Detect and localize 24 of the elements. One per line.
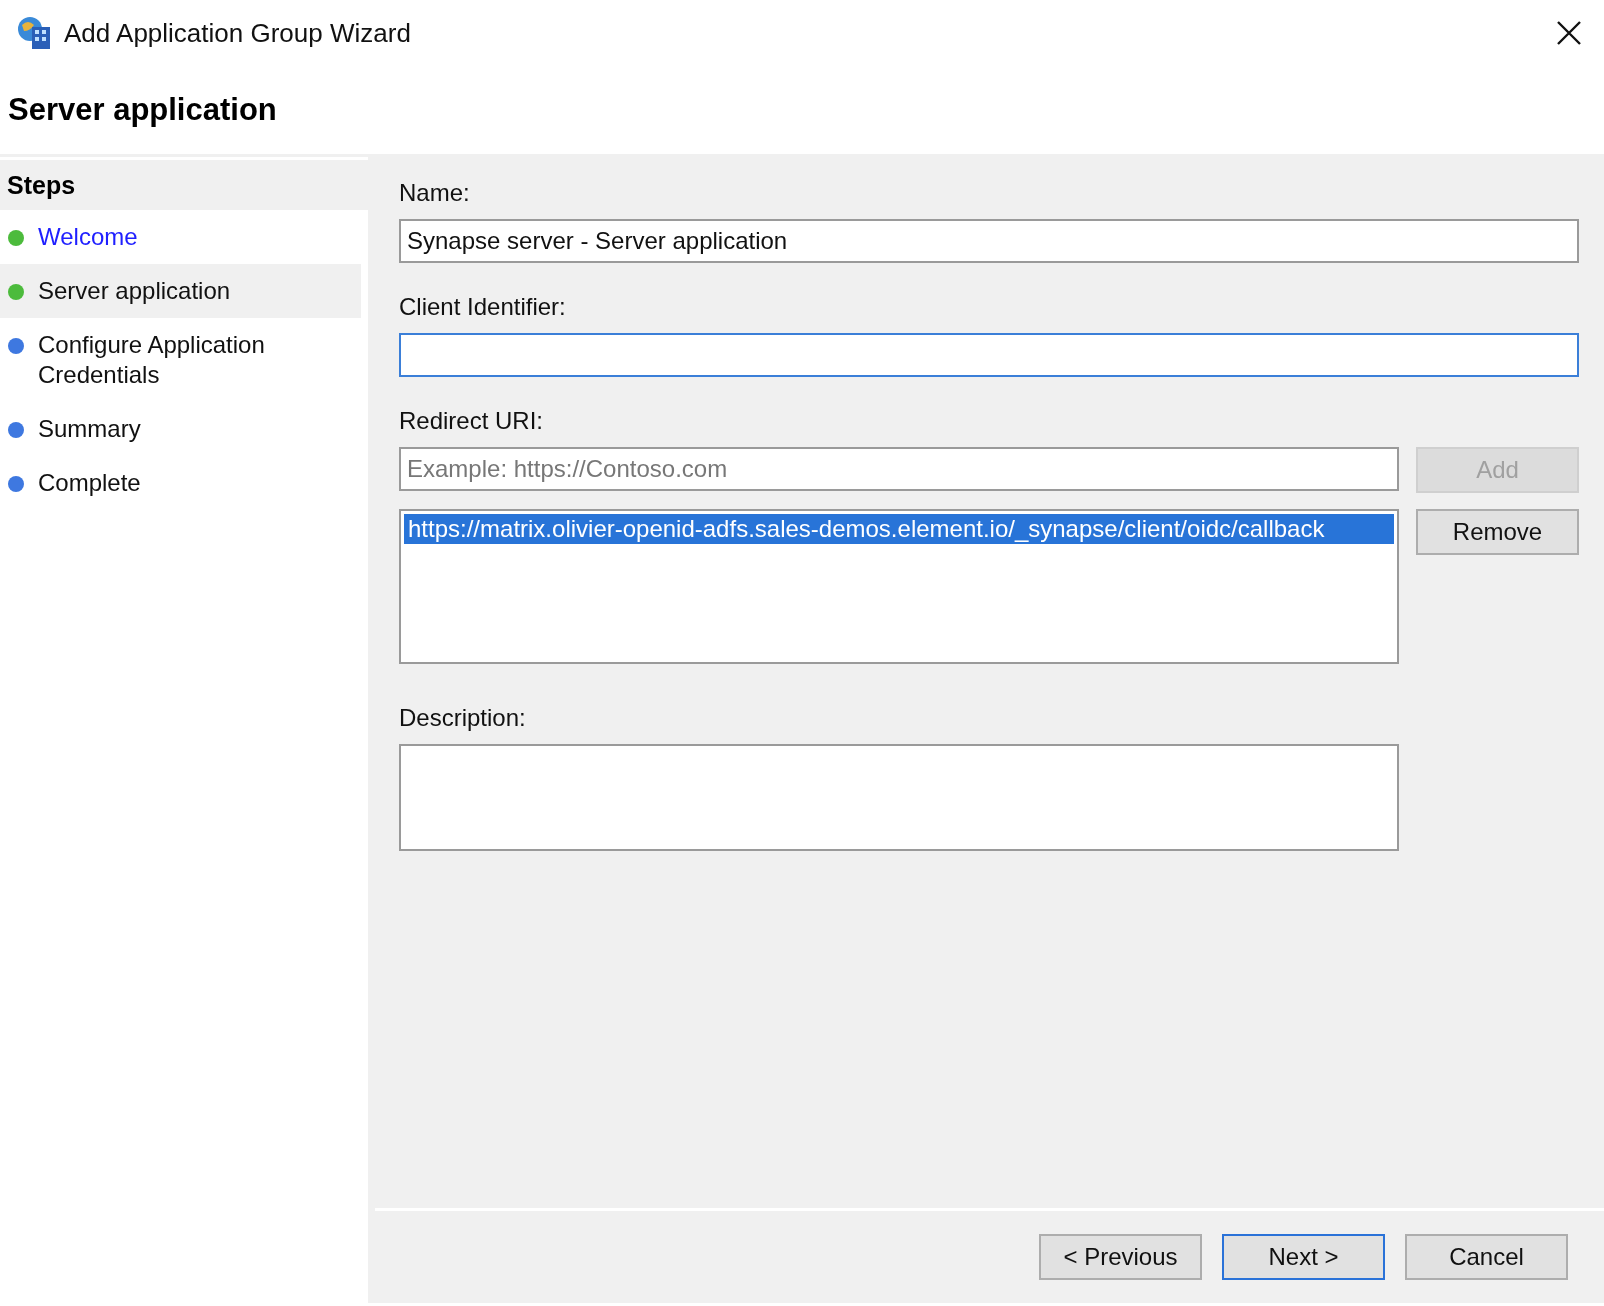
page-title: Server application	[8, 92, 277, 128]
close-icon[interactable]	[1556, 20, 1582, 46]
field-label: Redirect URI:	[399, 407, 544, 435]
name-field[interactable]: Synapse server - Server application	[399, 219, 1579, 263]
step-item[interactable]: Configure Application Credentials	[0, 318, 361, 402]
step-item[interactable]: Complete	[0, 456, 361, 510]
field-label: Name:	[399, 179, 470, 207]
field-label: Description:	[399, 704, 526, 732]
redirect-uri-list[interactable]: https://matrix.olivier-openid-adfs.sales-demos.element.io/_synapse/client/oidc/callback	[399, 509, 1399, 664]
step-item[interactable]: Welcome	[0, 210, 361, 264]
step-item[interactable]: Summary	[0, 402, 361, 456]
redirect-uri-field[interactable]: Example: https://Contoso.com	[399, 447, 1399, 491]
steps-heading: Steps	[0, 160, 368, 210]
window-title: Add Application Group Wizard	[64, 17, 412, 49]
client-identifier-field[interactable]	[399, 333, 1579, 377]
list-item[interactable]: https://matrix.olivier-openid-adfs.sales-demos.element.io/_synapse/client/oidc/callback	[404, 514, 1394, 544]
app-icon	[16, 15, 52, 51]
description-field[interactable]	[399, 744, 1399, 851]
step-item[interactable]: Server application	[0, 264, 361, 318]
wizard-button[interactable]: < Previous	[1039, 1234, 1202, 1280]
field-label: Client Identifier:	[399, 293, 566, 321]
wizard-button[interactable]: Next >	[1222, 1234, 1385, 1280]
wizard-button[interactable]: Cancel	[1405, 1234, 1568, 1280]
remove-button[interactable]: Remove	[1416, 509, 1579, 555]
